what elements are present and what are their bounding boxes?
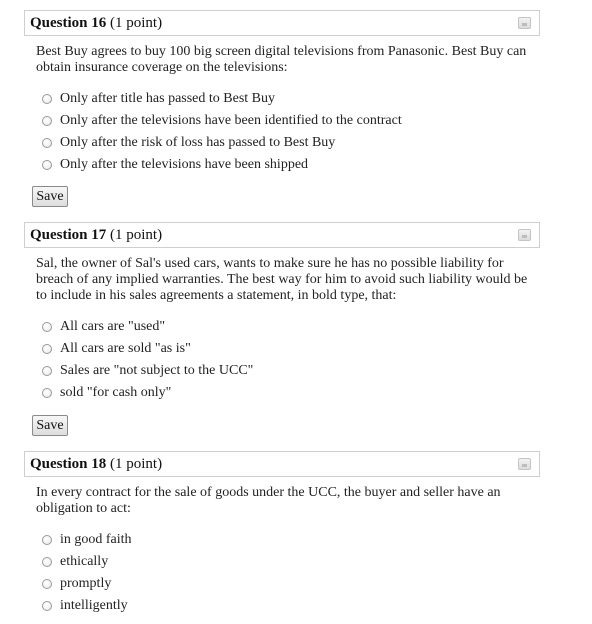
question-17: Question 17 (1 point) Sal, the owner of … <box>24 222 540 404</box>
answer-option-label[interactable]: Only after the televisions have been shi… <box>60 157 308 173</box>
answer-option[interactable]: promptly <box>42 573 540 595</box>
answer-option-label[interactable]: sold "for cash only" <box>60 385 171 401</box>
radio-button[interactable] <box>42 579 52 589</box>
radio-button[interactable] <box>42 116 52 126</box>
answer-option[interactable]: ethically <box>42 551 540 573</box>
answer-option[interactable]: All cars are "used" <box>42 316 540 338</box>
question-header: Question 16 (1 point) <box>24 10 540 36</box>
answer-option[interactable]: Only after the televisions have been shi… <box>42 154 540 176</box>
answer-option-label[interactable]: All cars are sold "as is" <box>60 341 191 357</box>
flag-question-icon[interactable] <box>518 17 531 29</box>
question-text: Best Buy agrees to buy 100 big screen di… <box>36 44 527 75</box>
question-16: Question 16 (1 point) Best Buy agrees to… <box>24 10 540 176</box>
save-button-question-17[interactable]: Save <box>32 415 68 436</box>
answer-options: Only after title has passed to Best Buy … <box>42 88 540 176</box>
question-number: Question 17 <box>30 227 107 243</box>
answer-option[interactable]: intelligently <box>42 595 540 617</box>
answer-option-label[interactable]: intelligently <box>60 598 128 614</box>
question-points: (1 point) <box>110 15 163 31</box>
radio-button[interactable] <box>42 322 52 332</box>
radio-button[interactable] <box>42 535 52 545</box>
radio-button[interactable] <box>42 366 52 376</box>
question-points: (1 point) <box>110 456 163 472</box>
radio-button[interactable] <box>42 388 52 398</box>
question-18: Question 18 (1 point) In every contract … <box>24 451 540 617</box>
answer-option-label[interactable]: in good faith <box>60 532 132 548</box>
question-number: Question 18 <box>30 456 107 472</box>
question-header: Question 17 (1 point) <box>24 222 540 248</box>
answer-option-label[interactable]: Sales are "not subject to the UCC" <box>60 363 253 379</box>
answer-option-label[interactable]: promptly <box>60 576 111 592</box>
answer-option[interactable]: Only after the televisions have been ide… <box>42 110 540 132</box>
answer-options: All cars are "used" All cars are sold "a… <box>42 316 540 404</box>
answer-option-label[interactable]: Only after title has passed to Best Buy <box>60 91 275 107</box>
answer-option-label[interactable]: All cars are "used" <box>60 319 165 335</box>
answer-option[interactable]: in good faith <box>42 529 540 551</box>
save-button-question-16[interactable]: Save <box>32 186 68 207</box>
answer-option-label[interactable]: ethically <box>60 554 108 570</box>
answer-option[interactable]: Only after the risk of loss has passed t… <box>42 132 540 154</box>
radio-button[interactable] <box>42 344 52 354</box>
question-header: Question 18 (1 point) <box>24 451 540 477</box>
radio-button[interactable] <box>42 557 52 567</box>
question-text: In every contract for the sale of goods … <box>36 485 501 516</box>
radio-button[interactable] <box>42 94 52 104</box>
flag-question-icon[interactable] <box>518 229 531 241</box>
question-number: Question 16 <box>30 15 107 31</box>
answer-option[interactable]: All cars are sold "as is" <box>42 338 540 360</box>
radio-button[interactable] <box>42 601 52 611</box>
answer-option[interactable]: sold "for cash only" <box>42 382 540 404</box>
answer-option-label[interactable]: Only after the televisions have been ide… <box>60 113 402 129</box>
question-text: Sal, the owner of Sal's used cars, wants… <box>36 256 528 303</box>
answer-option-label[interactable]: Only after the risk of loss has passed t… <box>60 135 335 151</box>
radio-button[interactable] <box>42 160 52 170</box>
radio-button[interactable] <box>42 138 52 148</box>
answer-options: in good faith ethically promptly intelli… <box>42 529 540 617</box>
answer-option[interactable]: Only after title has passed to Best Buy <box>42 88 540 110</box>
question-points: (1 point) <box>110 227 163 243</box>
answer-option[interactable]: Sales are "not subject to the UCC" <box>42 360 540 382</box>
flag-question-icon[interactable] <box>518 458 531 470</box>
